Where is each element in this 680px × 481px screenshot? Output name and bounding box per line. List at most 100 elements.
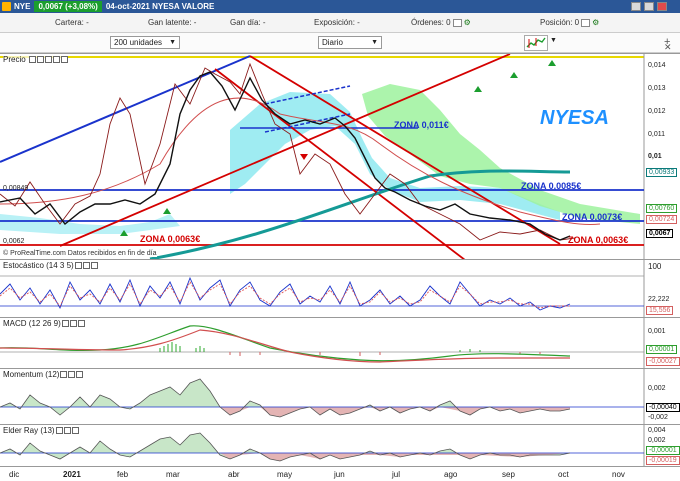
momentum-panel[interactable]: Momentum (12) 0,002 -0,00040 -0,002 bbox=[0, 368, 680, 424]
posicion-label: Posición: 0 ⚙ bbox=[540, 18, 599, 27]
buy-arrow-icon bbox=[474, 86, 482, 92]
ordenes-value: Órdenes: 0 bbox=[411, 18, 451, 27]
chart-toolbar: 200 unidades ▼ Diario ▼ ▼ + bbox=[0, 33, 680, 53]
gear-icon[interactable]: ⚙ bbox=[592, 18, 599, 27]
macd-title-text: MACD (12 26 9) bbox=[3, 319, 61, 328]
gear-icon[interactable]: ⚙ bbox=[464, 18, 471, 27]
price-panel-title-text: Precio bbox=[3, 55, 26, 64]
window-icon[interactable] bbox=[82, 262, 90, 270]
cartera-label: Cartera: - bbox=[55, 18, 89, 27]
app-icon bbox=[2, 2, 11, 11]
orders-window-icon[interactable] bbox=[452, 18, 462, 27]
sell-arrow-icon bbox=[300, 154, 308, 160]
x-tick: mar bbox=[166, 470, 180, 479]
price-panel-title[interactable]: Precio bbox=[3, 55, 68, 64]
minimize-icon[interactable] bbox=[631, 2, 641, 11]
close-icon[interactable] bbox=[657, 2, 667, 11]
stochastic-title-text: Estocástico (14 3 5) bbox=[3, 261, 74, 270]
window-icon[interactable] bbox=[69, 320, 77, 328]
units-dropdown[interactable]: 200 unidades ▼ bbox=[110, 36, 180, 49]
close-icon[interactable] bbox=[76, 371, 84, 379]
window-icon[interactable] bbox=[36, 56, 44, 64]
close-icon[interactable] bbox=[90, 262, 98, 270]
buy-arrow-icon bbox=[163, 208, 171, 214]
add-object-icon[interactable] bbox=[60, 56, 68, 64]
y-tick: 0,011 bbox=[648, 131, 665, 138]
window-icon[interactable] bbox=[68, 371, 76, 379]
buy-arrow-icon bbox=[548, 60, 556, 66]
momentum-chart[interactable] bbox=[0, 369, 680, 424]
zone-label-0063-right: ZONA 0,0063€ bbox=[568, 235, 629, 245]
zone-label-011: ZONA 0,011€ bbox=[394, 120, 449, 130]
momentum-title-text: Momentum (12) bbox=[3, 370, 60, 379]
y-tick: 0,001 bbox=[648, 328, 666, 335]
macd-chart[interactable] bbox=[0, 318, 680, 368]
x-tick: sep bbox=[502, 470, 515, 479]
posicion-value: Posición: 0 bbox=[540, 18, 580, 27]
x-tick: ago bbox=[444, 470, 458, 479]
chevron-down-icon[interactable]: ▼ bbox=[550, 37, 557, 44]
wrench-icon[interactable] bbox=[28, 56, 36, 64]
price-badge-teal: 0,00933 bbox=[646, 168, 678, 177]
stochastic-title[interactable]: Estocástico (14 3 5) bbox=[3, 261, 98, 270]
x-tick: may bbox=[277, 470, 293, 479]
wrench-icon[interactable] bbox=[61, 320, 69, 328]
price-lagging-line bbox=[0, 62, 576, 241]
position-bar: Cartera: - Gan latente: - Gan día: - Exp… bbox=[0, 13, 680, 33]
close-icon[interactable] bbox=[71, 427, 79, 435]
chevron-down-icon: ▼ bbox=[169, 39, 176, 46]
elder-ray-title-text: Elder Ray (13) bbox=[3, 426, 55, 435]
y-tick: 0,01 bbox=[648, 153, 662, 160]
add-indicator-icon[interactable] bbox=[52, 56, 60, 64]
zone-label-0073: ZONA 0,0073€ bbox=[562, 212, 623, 222]
gan-latente-label: Gan latente: - bbox=[148, 18, 197, 27]
wrench-icon[interactable] bbox=[60, 371, 68, 379]
y-tick: 0,014 bbox=[648, 62, 666, 69]
left-price-label: 0,0062 bbox=[3, 238, 25, 245]
chevron-down-icon: ▼ bbox=[371, 39, 378, 46]
close-chart-icon[interactable]: ✕ bbox=[664, 42, 672, 53]
x-tick: jul bbox=[392, 470, 401, 479]
momentum-title[interactable]: Momentum (12) bbox=[3, 370, 84, 379]
watermark-nyesa: NYESA bbox=[540, 107, 609, 129]
y-tick: 0,002 bbox=[648, 385, 666, 392]
time-axis[interactable]: dic 2021 feb mar abr may jun jul ago sep… bbox=[0, 466, 680, 481]
ordenes-label: Órdenes: 0 ⚙ bbox=[411, 18, 471, 27]
positions-window-icon[interactable] bbox=[581, 18, 591, 27]
x-tick: abr bbox=[228, 470, 240, 479]
macd-title[interactable]: MACD (12 26 9) bbox=[3, 319, 85, 328]
price-badge-green: 0,00760 bbox=[646, 204, 678, 213]
stochastic-panel[interactable]: Estocástico (14 3 5) 100 22,222 15,556 bbox=[0, 259, 680, 317]
window-icon[interactable] bbox=[63, 427, 71, 435]
units-value: 200 unidades bbox=[114, 38, 163, 47]
x-tick: dic bbox=[9, 470, 20, 479]
macd-badge-red: -0,00027 bbox=[646, 357, 680, 366]
price-badge-red: 0,00724 bbox=[646, 215, 678, 224]
price-panel[interactable]: Precio NYESA ZONA 0,011€ ZONA 0,0085€ ZO… bbox=[0, 53, 680, 259]
wrench-icon[interactable] bbox=[55, 427, 63, 435]
price-chart[interactable] bbox=[0, 54, 680, 259]
x-tick: feb bbox=[117, 470, 129, 479]
price-change-badge: 0,0067 (+3,08%) bbox=[34, 1, 102, 12]
elder-ray-chart[interactable] bbox=[0, 425, 680, 466]
buy-arrow-icon bbox=[510, 72, 518, 78]
x-tick: jun bbox=[334, 470, 345, 479]
close-icon[interactable] bbox=[44, 56, 52, 64]
macd-panel[interactable]: MACD (12 26 9) 0,001 0,00001 -0,00027 bbox=[0, 317, 680, 368]
elder-ray-panel[interactable]: Elder Ray (13) 0,004 0,002 -0,00001 -0,0… bbox=[0, 424, 680, 466]
elder-ray-title[interactable]: Elder Ray (13) bbox=[3, 426, 79, 435]
y-tick: 22,222 bbox=[648, 296, 670, 303]
period-dropdown[interactable]: Diario ▼ bbox=[318, 36, 382, 49]
window-description: 04-oct-2021 NYESA VALORE bbox=[105, 2, 215, 11]
cloud-cyan-left bbox=[0, 214, 180, 234]
wrench-icon[interactable] bbox=[74, 262, 82, 270]
elder-badge-green: -0,00001 bbox=[646, 446, 680, 455]
ticker-label: NYE bbox=[14, 2, 31, 11]
trend-line-blue-up bbox=[0, 55, 251, 163]
stochastic-chart[interactable] bbox=[0, 260, 680, 317]
chart-style-icon[interactable] bbox=[524, 35, 548, 51]
maximize-icon[interactable] bbox=[644, 2, 654, 11]
zone-label-0085: ZONA 0,0085€ bbox=[521, 181, 582, 191]
close-icon[interactable] bbox=[77, 320, 85, 328]
macd-badge-green: 0,00001 bbox=[646, 345, 678, 354]
